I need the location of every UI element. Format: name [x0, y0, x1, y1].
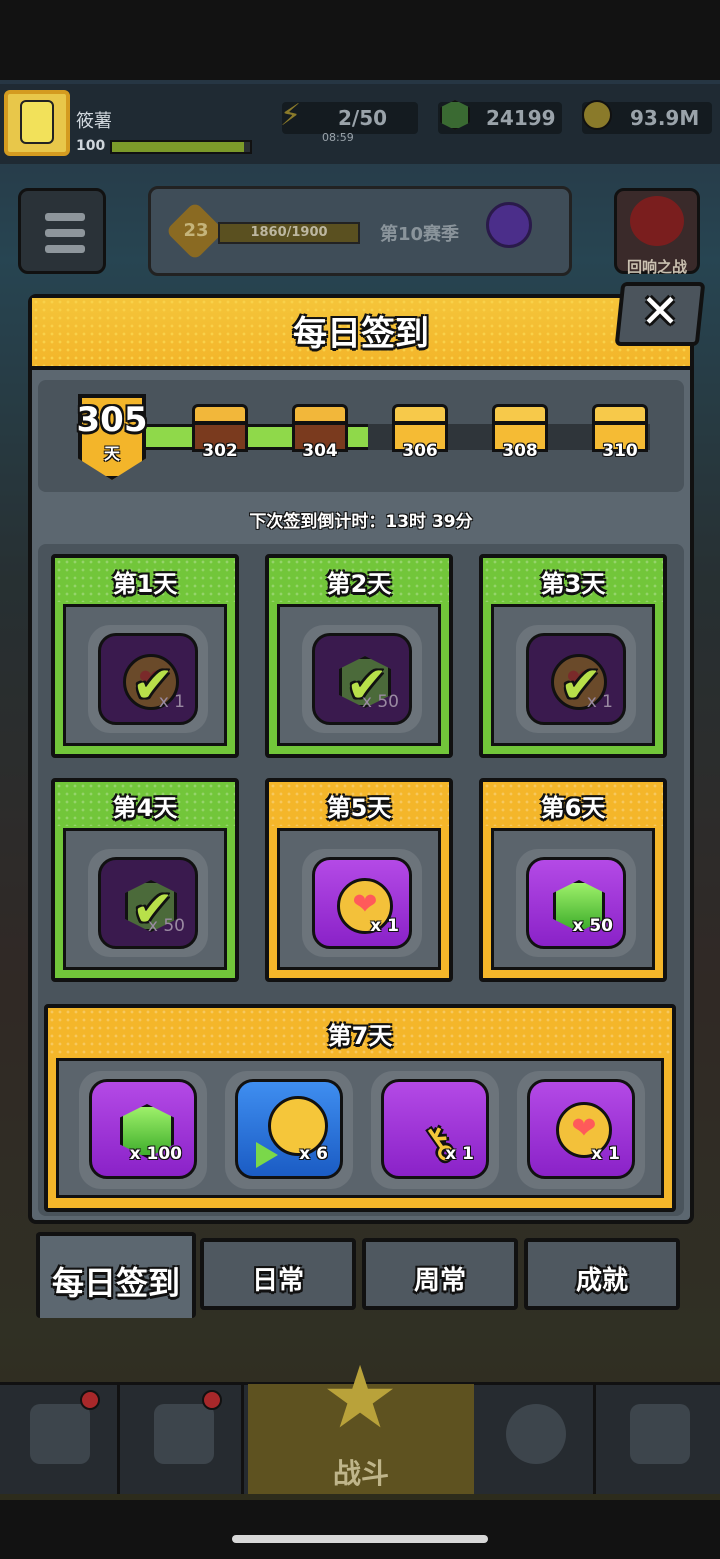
tab-daily-signin[interactable]: 每日签到 — [36, 1232, 196, 1318]
day-card-2[interactable]: 第2天 ✔ x 50 — [265, 554, 453, 758]
day-label: 第3天 — [540, 570, 606, 598]
reward-qty: x 1 — [445, 1144, 474, 1164]
milestone-label: 308 — [502, 441, 538, 461]
streak-days: 305 — [76, 400, 148, 440]
energy-value: 2/50 — [338, 106, 388, 130]
nav-heroes[interactable] — [476, 1384, 596, 1494]
milestone-label: 304 — [302, 441, 338, 461]
reward-qty: x 100 — [129, 1144, 182, 1164]
play-icon — [256, 1142, 278, 1168]
coin-value: 93.9M — [630, 106, 700, 130]
tab-label: 日常 — [251, 1266, 304, 1296]
player-name: 筱薯 — [76, 111, 112, 132]
tab-label: 成就 — [575, 1266, 628, 1296]
menu-button[interactable] — [18, 188, 106, 274]
nav-scroll[interactable] — [600, 1384, 720, 1494]
milestone-label: 310 — [602, 441, 638, 461]
tab-achievements[interactable]: 成就 — [524, 1238, 680, 1310]
next-signin-countdown: 下次签到倒计时：13时 39分 — [249, 512, 473, 532]
modal-title: 每日签到 — [293, 314, 429, 354]
coin-icon — [582, 100, 612, 130]
heroes-ball-icon — [506, 1404, 566, 1464]
reward-qty: x 1 — [586, 692, 613, 712]
reward-slot: x 6 — [225, 1071, 353, 1189]
season-level: 23 — [183, 220, 209, 241]
nav-shop[interactable] — [0, 1384, 120, 1494]
rank-shield-icon — [154, 1404, 214, 1464]
season-name: 第10赛季 — [380, 224, 460, 245]
day-label: 第4天 — [112, 794, 178, 822]
day-card-7[interactable]: 第7天 x 100 x 6 ⚷ x 1 x 1 — [44, 1004, 676, 1212]
gem-value: 24199 — [486, 106, 556, 130]
home-indicator[interactable] — [232, 1535, 488, 1543]
day-label: 第7天 — [327, 1022, 393, 1050]
day-card-3[interactable]: 第3天 ✔ x 1 — [479, 554, 667, 758]
player-level: 100 — [76, 138, 106, 154]
xp-bar — [110, 140, 252, 154]
day-card-6[interactable]: 第6天 x 50 — [479, 778, 667, 982]
streak-unit: 天 — [103, 444, 120, 463]
notification-dot — [80, 1390, 100, 1410]
season-badge-icon — [486, 202, 532, 248]
reward-qty: x 50 — [147, 916, 185, 936]
day-card-5[interactable]: 第5天 x 1 — [265, 778, 453, 982]
demon-icon — [630, 196, 684, 246]
nav-battle-label: 战斗 — [332, 1457, 389, 1490]
reward-slot: x 100 — [79, 1071, 207, 1189]
reward-qty: x 50 — [361, 692, 399, 712]
day-card-1[interactable]: 第1天 ✔ x 1 — [51, 554, 239, 758]
tab-label: 周常 — [413, 1266, 466, 1296]
energy-icon: ⚡ — [280, 98, 302, 133]
echo-battle-label: 回响之战 — [626, 258, 687, 276]
reward-qty: x 6 — [299, 1144, 328, 1164]
shop-icon — [30, 1404, 90, 1464]
energy-timer: 08:59 — [322, 131, 354, 144]
tab-weekly[interactable]: 周常 — [362, 1238, 518, 1310]
day-label: 第5天 — [326, 794, 392, 822]
close-icon[interactable]: ✕ — [618, 284, 702, 338]
day-label: 第6天 — [540, 794, 606, 822]
scroll-icon — [630, 1404, 690, 1464]
tab-label: 每日签到 — [51, 1264, 180, 1302]
reward-qty: x 1 — [370, 916, 399, 936]
reward-qty: x 50 — [572, 916, 613, 936]
tab-daily[interactable]: 日常 — [200, 1238, 356, 1310]
milestone-label: 302 — [202, 441, 238, 461]
season-progress: 1860/1900 — [250, 225, 328, 240]
reward-slot: ⚷ x 1 — [371, 1071, 499, 1189]
notification-dot — [202, 1390, 222, 1410]
nav-rank[interactable] — [124, 1384, 244, 1494]
day-label: 第1天 — [112, 570, 178, 598]
day-label: 第2天 — [326, 570, 392, 598]
reward-qty: x 1 — [158, 692, 185, 712]
battle-star-icon: ★ — [321, 1348, 399, 1448]
avatar-face — [20, 100, 54, 144]
reward-qty: x 1 — [591, 1144, 620, 1164]
day-card-4[interactable]: 第4天 ✔ x 50 — [51, 778, 239, 982]
player-avatar[interactable] — [4, 90, 70, 156]
milestone-label: 306 — [402, 441, 438, 461]
reward-slot: x 1 — [517, 1071, 645, 1189]
